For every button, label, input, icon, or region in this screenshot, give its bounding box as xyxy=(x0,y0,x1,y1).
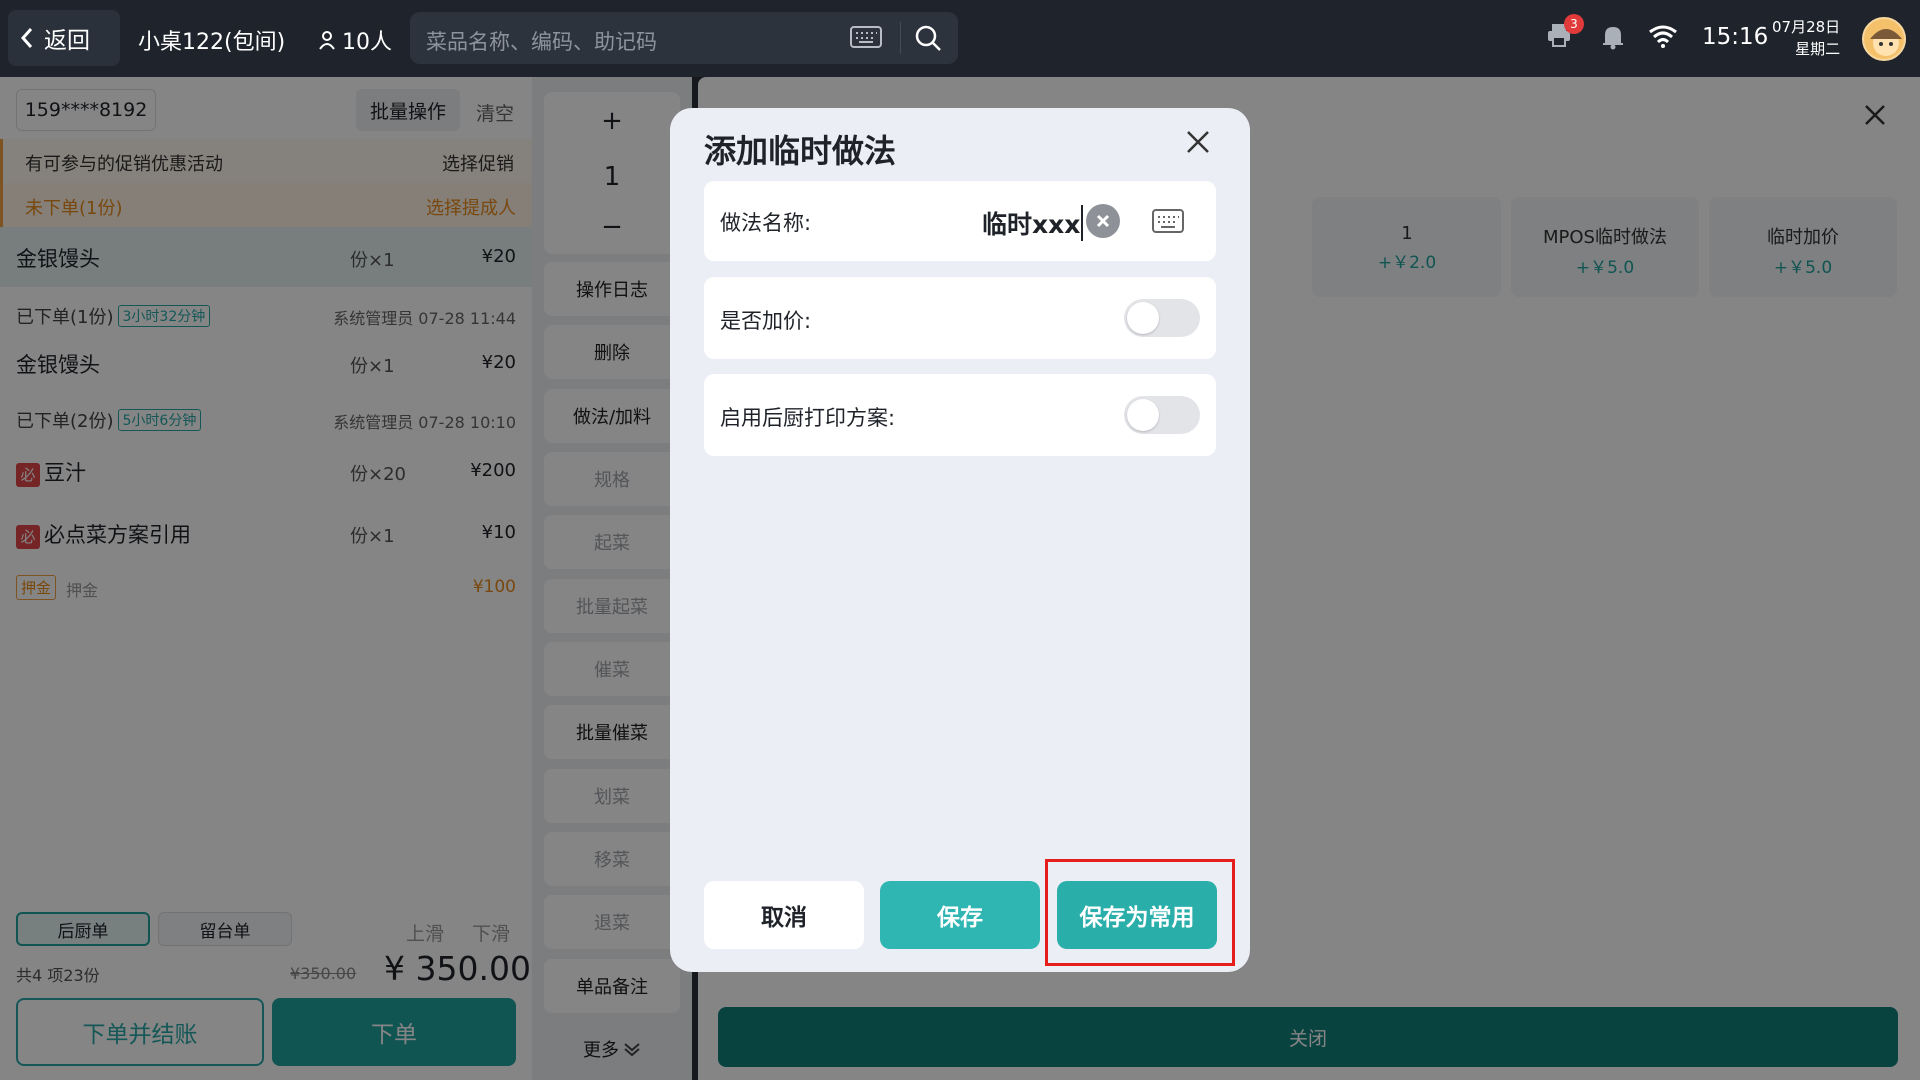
wifi-icon xyxy=(1649,25,1677,48)
guest-count[interactable]: 10人 xyxy=(318,24,392,56)
top-bar: 返回 小桌122(包间) 10人 菜品名称、编码、助记码 3 15:16 07月… xyxy=(0,0,1920,77)
clear-input-button[interactable] xyxy=(1086,204,1120,238)
kitchen-print-label: 启用后厨打印方案: xyxy=(720,406,896,430)
weekday: 星期二 xyxy=(1795,40,1841,58)
method-name-label: 做法名称: xyxy=(720,211,812,235)
search-icon[interactable] xyxy=(914,24,942,52)
surcharge-field: 是否加价: xyxy=(704,277,1216,359)
bell-icon[interactable] xyxy=(1601,24,1625,50)
chevron-left-icon xyxy=(20,28,33,48)
kitchen-print-field: 启用后厨打印方案: xyxy=(704,374,1216,456)
clock: 15:16 xyxy=(1702,24,1769,50)
method-name-field: 做法名称: 临时xxx xyxy=(704,181,1216,261)
date: 07月28日 xyxy=(1772,18,1841,36)
highlight-box xyxy=(1045,859,1235,966)
back-button[interactable]: 返回 xyxy=(8,10,120,66)
search-divider xyxy=(900,22,901,54)
clear-icon xyxy=(1096,214,1110,228)
add-temp-method-dialog: 添加临时做法 做法名称: 临时xxx 是否加价: 启用后厨打印方案: 取消 保存… xyxy=(670,108,1250,972)
person-icon xyxy=(319,31,335,50)
keyboard-icon[interactable] xyxy=(850,26,882,48)
date-block: 07月28日 星期二 xyxy=(1772,16,1840,60)
search-bar[interactable]: 菜品名称、编码、助记码 xyxy=(410,12,958,64)
dialog-title: 添加临时做法 xyxy=(704,132,897,170)
cancel-button[interactable]: 取消 xyxy=(704,881,864,949)
printer-badge: 3 xyxy=(1564,14,1584,34)
guest-count-label: 10人 xyxy=(342,30,392,55)
table-name[interactable]: 小桌122(包间) xyxy=(138,24,285,56)
keyboard-icon[interactable] xyxy=(1152,209,1184,233)
search-input[interactable]: 菜品名称、编码、助记码 xyxy=(426,26,657,56)
kitchen-print-toggle[interactable] xyxy=(1124,396,1200,434)
surcharge-toggle[interactable] xyxy=(1124,299,1200,337)
close-icon[interactable] xyxy=(1186,130,1210,154)
avatar[interactable] xyxy=(1862,17,1906,61)
save-button[interactable]: 保存 xyxy=(880,881,1040,949)
method-name-input[interactable]: 临时xxx xyxy=(982,205,1084,241)
back-label: 返回 xyxy=(44,28,90,54)
surcharge-label: 是否加价: xyxy=(720,309,812,333)
user-avatar-icon xyxy=(1870,29,1902,56)
